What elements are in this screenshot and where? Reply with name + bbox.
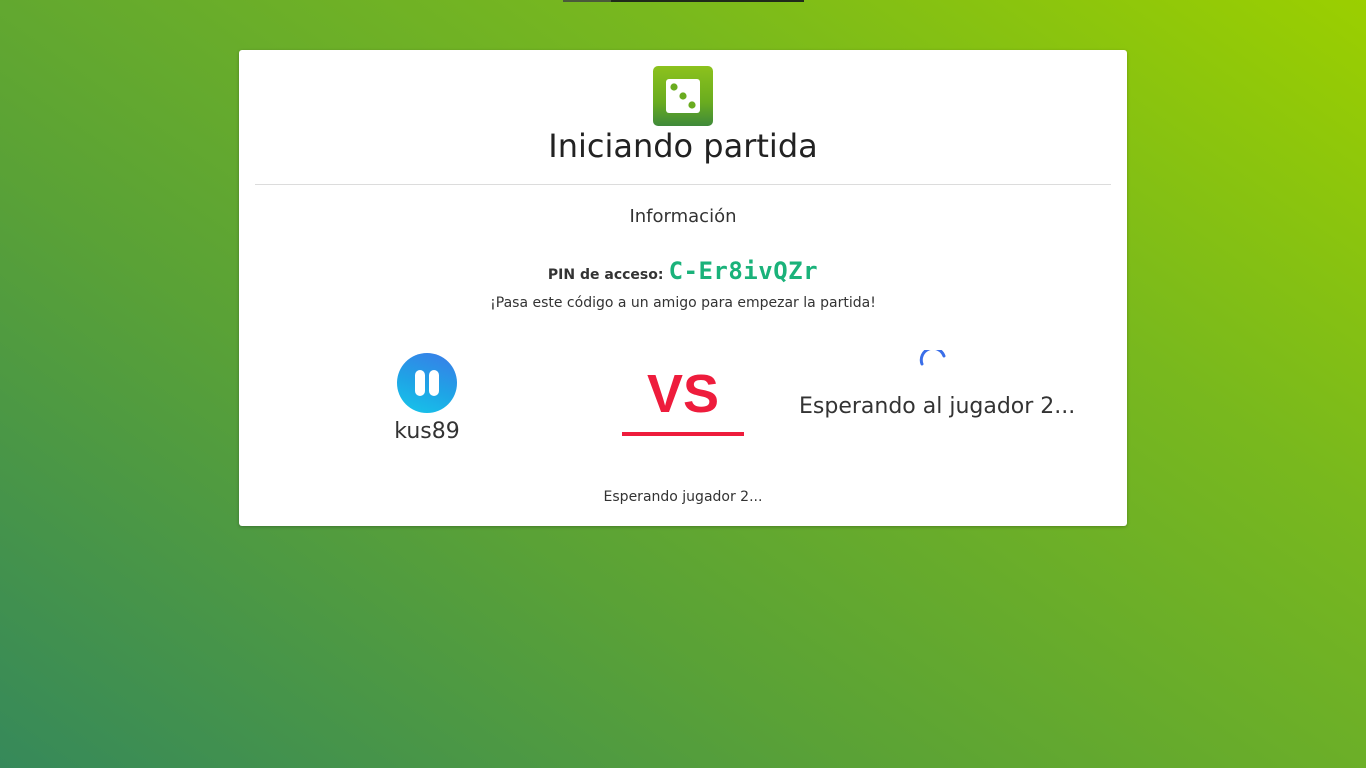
info-heading: Información xyxy=(629,206,737,227)
top-edge-bar xyxy=(563,0,804,2)
pin-hint: ¡Pasa este código a un amigo para empeza… xyxy=(490,295,876,311)
pin-label: PIN de acceso: xyxy=(547,267,664,283)
pin-code[interactable]: C-Er8ivQZr xyxy=(669,257,819,285)
versus-block: VS xyxy=(622,362,744,436)
player1-name: kus89 xyxy=(394,419,460,444)
player2-panel: Esperando al jugador 2... xyxy=(799,346,1076,422)
top-edge-bar-left xyxy=(563,0,611,2)
header-divider xyxy=(255,184,1111,185)
pin-row: PIN de acceso: C-Er8ivQZr xyxy=(239,255,1127,291)
avatar-bar-right xyxy=(429,370,439,396)
loading-spinner-icon xyxy=(919,346,947,378)
pause-avatar-icon xyxy=(397,353,457,413)
player2-waiting-text: Esperando al jugador 2... xyxy=(799,394,1076,419)
player1-panel: kus89 xyxy=(373,353,481,447)
versus-label: VS xyxy=(646,364,720,424)
page-title: Iniciando partida xyxy=(548,127,818,165)
top-edge-bar-right xyxy=(611,0,804,2)
status-text: Esperando jugador 2... xyxy=(603,489,763,505)
game-start-card: Iniciando partida Información PIN de acc… xyxy=(239,50,1127,526)
avatar-bar-left xyxy=(415,370,425,396)
versus-underline xyxy=(622,432,744,436)
dice-icon xyxy=(653,66,713,126)
